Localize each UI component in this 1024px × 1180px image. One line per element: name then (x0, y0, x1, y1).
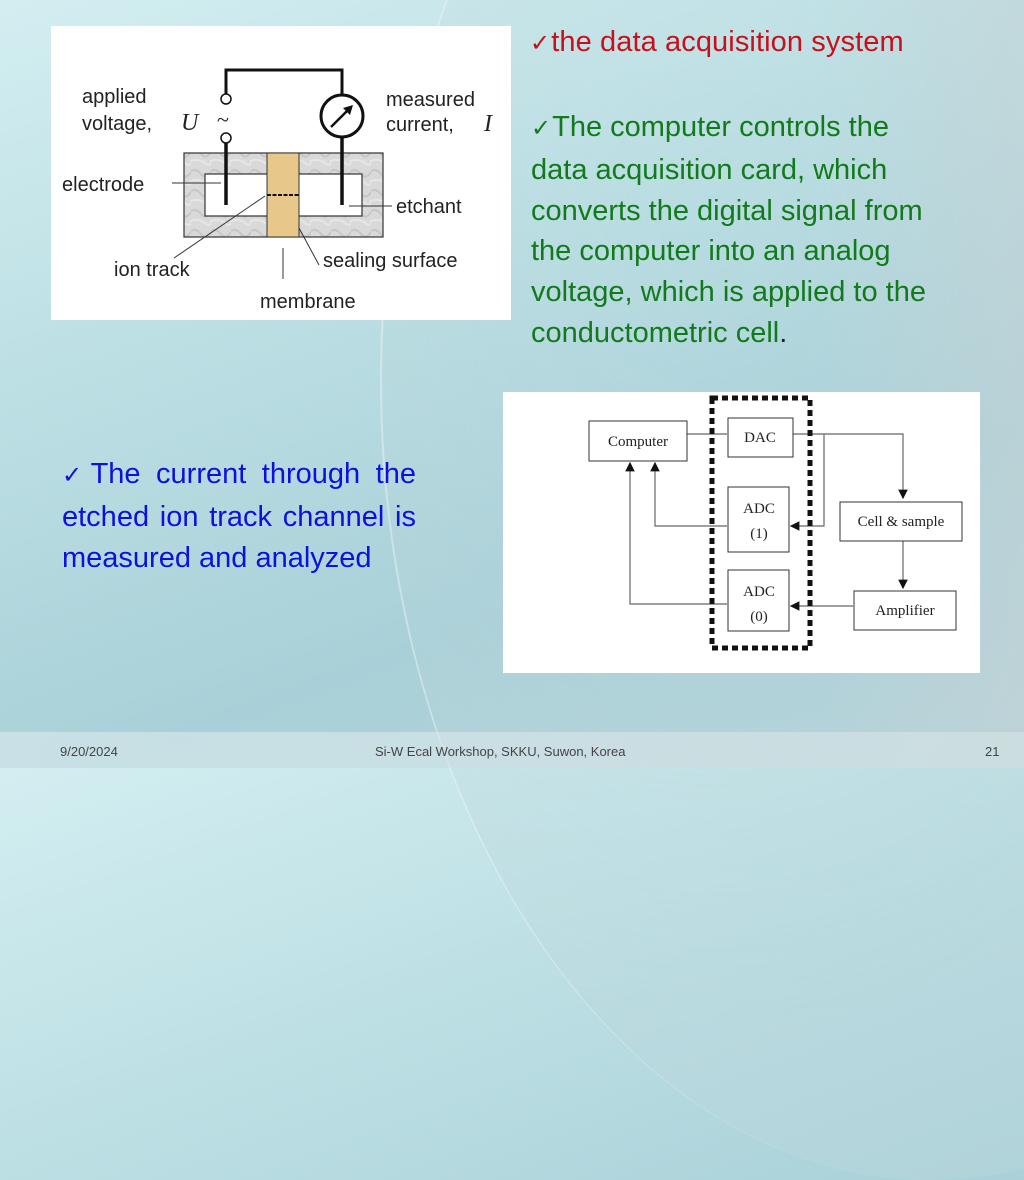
block-adc0-index: (0) (750, 609, 768, 625)
daq-period: . (779, 316, 788, 349)
terminal-top (220, 93, 232, 105)
membrane (266, 152, 300, 238)
checkmark-icon: ✓ (531, 115, 552, 142)
label-applied: applied (82, 86, 147, 108)
label-ion-track: ion track (114, 259, 191, 281)
daq-line-2: data acquisition card, which (531, 153, 888, 186)
block-computer-label: Computer (608, 434, 668, 450)
conductometric-cell-figure: applied voltage, U ~ measured current, I… (51, 26, 511, 320)
footer-title: Si-W Ecal Workshop, SKKU, Suwon, Korea (375, 744, 626, 759)
current-measurement-text: ✓The current through the etched ion trac… (62, 454, 416, 578)
label-U: U (181, 110, 200, 136)
label-membrane: membrane (260, 291, 356, 313)
daq-line-4: the computer into an analog (531, 235, 891, 268)
block-cell-label: Cell & sample (858, 514, 945, 530)
daq-line-6: conductometric cell (531, 316, 780, 349)
block-adc0-label: ADC (743, 584, 775, 600)
block-adc1 (727, 486, 790, 553)
footer-date: 9/20/2024 (60, 744, 118, 759)
label-I: I (483, 111, 493, 137)
label-voltage: voltage, (82, 113, 152, 135)
block-dac-label: DAC (744, 430, 776, 446)
block-adc1-label: ADC (743, 501, 775, 517)
slide-number: 21 (985, 744, 1000, 759)
label-measured: measured (386, 89, 475, 111)
daq-block-diagram: Computer DAC ADC (1) ADC (0) Cell & samp… (503, 392, 980, 673)
block-adc1-index: (1) (750, 526, 768, 542)
label-current: current, (386, 114, 454, 136)
label-tilde: ~ (217, 107, 229, 132)
label-electrode: electrode (62, 174, 144, 196)
heading-text: the data acquisition system (551, 26, 904, 58)
current-measurement-body: The current through the etched ion track… (62, 458, 416, 574)
daq-line-1: The computer controls the (552, 111, 889, 143)
circuit-wire (224, 68, 344, 96)
daq-description: ✓The computer controls the data acquisit… (531, 107, 1011, 354)
checkmark-icon: ✓ (530, 30, 551, 57)
daq-line-3: converts the digital signal from (531, 194, 923, 227)
checkmark-icon: ✓ (62, 462, 90, 489)
daq-line-5: voltage, which is applied to the (531, 276, 926, 309)
link-adc1-computer (650, 461, 727, 527)
block-amp-label: Amplifier (875, 603, 934, 619)
label-etchant: etchant (396, 196, 462, 218)
slide-heading: ✓the data acquisition system (530, 26, 904, 59)
label-sealing-surface: sealing surface (323, 250, 458, 272)
ammeter-icon (319, 93, 365, 139)
terminal-bottom (220, 132, 232, 144)
